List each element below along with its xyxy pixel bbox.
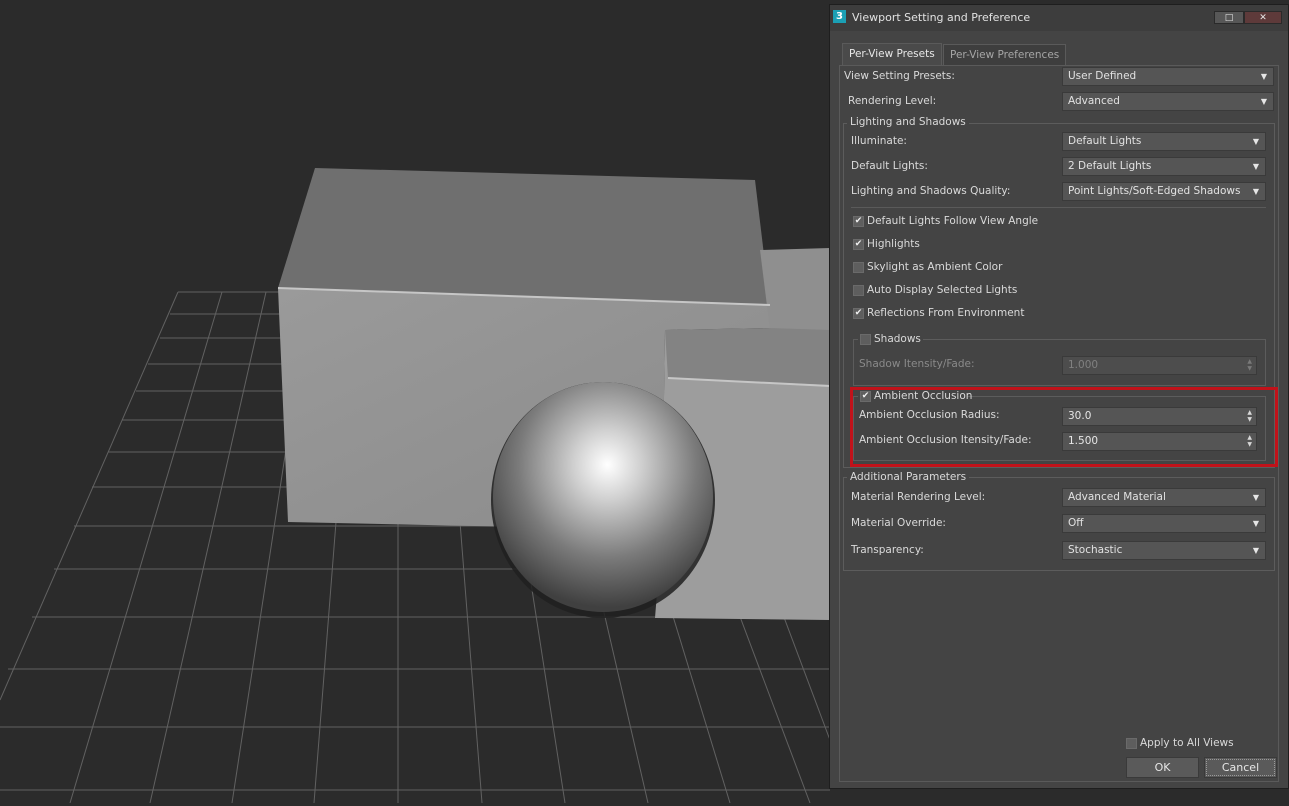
dialog-title: Viewport Setting and Preference (852, 11, 1031, 24)
ok-button[interactable]: OK (1126, 757, 1199, 778)
checkbox-unchecked-icon (860, 334, 871, 345)
checkbox-label: Apply to All Views (1140, 737, 1234, 749)
dropdown-value: Advanced Material (1068, 491, 1166, 503)
dropdown-value: Stochastic (1068, 544, 1123, 556)
checkbox-label: Default Lights Follow View Angle (867, 215, 1039, 227)
checkbox-label: Skylight as Ambient Color (867, 261, 1003, 273)
checkbox-label: Auto Display Selected Lights (867, 284, 1018, 296)
spinner-arrows-icon: ▲ ▼ (1247, 358, 1252, 372)
maximize-button[interactable]: □ (1214, 11, 1244, 24)
box-top-face (278, 168, 770, 305)
view-setting-presets-dropdown[interactable]: User Defined ▼ (1062, 67, 1274, 86)
rendering-level-label: Rendering Level: (848, 95, 937, 107)
checkbox-label: Highlights (867, 238, 920, 250)
checkbox-label: Reflections From Environment (867, 307, 1025, 319)
tab-per-view-presets[interactable]: Per-View Presets (842, 43, 942, 66)
material-rendering-level-label: Material Rendering Level: (851, 491, 986, 503)
dropdown-value: Point Lights/Soft-Edged Shadows (1068, 185, 1241, 197)
lighting-and-shadows-title: Lighting and Shadows (847, 116, 969, 128)
lighting-quality-label: Lighting and Shadows Quality: (851, 185, 1011, 197)
checkbox-unchecked-icon (853, 285, 864, 296)
chevron-down-icon: ▼ (1260, 97, 1267, 106)
chevron-down-icon: ▼ (1252, 519, 1259, 528)
close-button[interactable]: ✕ (1244, 11, 1282, 24)
dropdown-value: User Defined (1068, 70, 1137, 82)
illuminate-dropdown[interactable]: Default Lights ▼ (1062, 132, 1266, 151)
checkbox-checked-icon: ✔ (853, 216, 864, 227)
cb-shadows[interactable]: Shadows (858, 333, 923, 347)
spinner-value: 1.000 (1068, 359, 1099, 371)
dropdown-value: 2 Default Lights (1068, 160, 1152, 172)
material-rendering-level-dropdown[interactable]: Advanced Material ▼ (1062, 488, 1266, 507)
separator (851, 207, 1266, 208)
material-override-label: Material Override: (851, 517, 946, 529)
app-logo-icon: 3 (833, 10, 846, 23)
illuminate-label: Illuminate: (851, 135, 907, 147)
chevron-down-icon: ▼ (1252, 162, 1259, 171)
additional-parameters-title: Additional Parameters (847, 471, 970, 483)
chevron-down-icon: ▼ (1252, 187, 1259, 196)
dialog-titlebar[interactable]: 3 Viewport Setting and Preference □ ✕ (830, 5, 1288, 31)
material-override-dropdown[interactable]: Off ▼ (1062, 514, 1266, 533)
lighting-quality-dropdown[interactable]: Point Lights/Soft-Edged Shadows ▼ (1062, 182, 1266, 201)
transparency-label: Transparency: (851, 544, 924, 556)
default-lights-label: Default Lights: (851, 160, 928, 172)
chevron-down-icon: ▼ (1260, 72, 1267, 81)
checkbox-unchecked-icon (1126, 738, 1137, 749)
maximize-icon: □ (1224, 13, 1234, 23)
chevron-down-icon: ▼ (1252, 493, 1259, 502)
rendering-level-dropdown[interactable]: Advanced ▼ (1062, 92, 1274, 111)
tab-per-view-preferences[interactable]: Per-View Preferences (943, 44, 1067, 65)
dropdown-value: Default Lights (1068, 135, 1142, 147)
ambient-occlusion-highlight-box (850, 387, 1278, 467)
shadow-intensity-spinner[interactable]: 1.000 ▲ ▼ (1062, 356, 1257, 375)
default-lights-dropdown[interactable]: 2 Default Lights ▼ (1062, 157, 1266, 176)
close-icon: ✕ (1259, 13, 1267, 23)
checkbox-checked-icon: ✔ (853, 308, 864, 319)
dropdown-value: Off (1068, 517, 1084, 529)
view-setting-presets-label: View Setting Presets: (844, 70, 955, 82)
checkbox-checked-icon: ✔ (853, 239, 864, 250)
viewport-3d[interactable] (0, 0, 831, 804)
step-block-top (665, 328, 830, 385)
chevron-down-icon: ▼ (1252, 137, 1259, 146)
viewport-scene (0, 0, 831, 804)
transparency-dropdown[interactable]: Stochastic ▼ (1062, 541, 1266, 560)
cancel-button[interactable]: Cancel (1204, 757, 1277, 778)
chevron-down-icon: ▼ (1252, 546, 1259, 555)
sphere (493, 382, 713, 612)
viewport-settings-dialog: 3 Viewport Setting and Preference □ ✕ Pe… (829, 4, 1289, 789)
checkbox-unchecked-icon (853, 262, 864, 273)
shadow-intensity-label: Shadow Itensity/Fade: (859, 358, 975, 370)
dropdown-value: Advanced (1068, 95, 1120, 107)
checkbox-label: Shadows (874, 333, 921, 345)
